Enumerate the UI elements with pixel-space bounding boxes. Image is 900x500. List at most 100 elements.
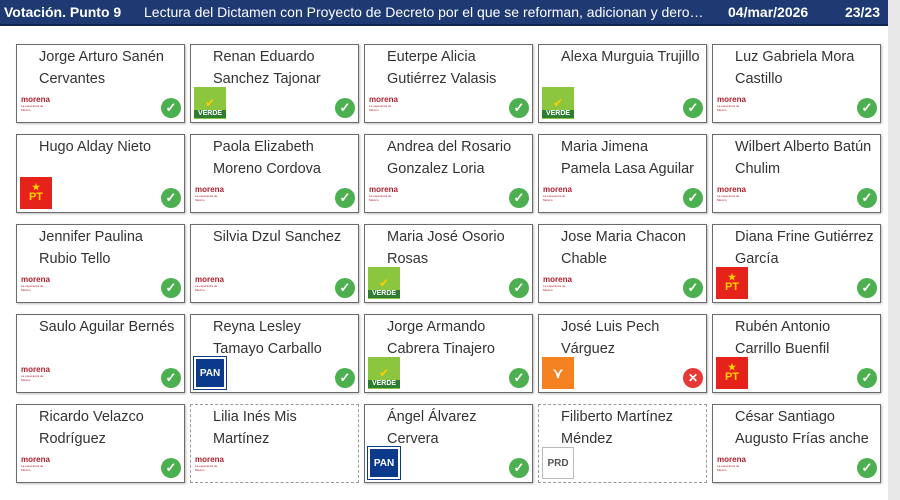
vote-yes-check-icon: ✓ xyxy=(857,98,877,118)
legislator-name: Ángel Álvarez Cervera xyxy=(387,409,477,447)
legislator-card[interactable]: Paola Elizabeth Moreno Cordova morena La e… xyxy=(190,134,359,213)
morena-wordmark: morena xyxy=(195,184,224,194)
party-logo-verde: ✔ VERDE xyxy=(542,87,574,119)
vote-yes-check-icon: ✓ xyxy=(509,188,529,208)
vote-yes-check-icon: ✓ xyxy=(335,278,355,298)
morena-wordmark: morena xyxy=(21,454,50,464)
morena-tagline: La esperanza de México xyxy=(543,193,566,202)
legislator-card[interactable]: Ricardo Velazco Rodríguez morena La espera… xyxy=(16,404,185,483)
legislator-name: Alexa Murguia Trujillo xyxy=(561,49,700,65)
party-logo-morena: morena La esperanza de México xyxy=(20,87,52,119)
legislator-card[interactable]: Ángel Álvarez Cervera PAN ✓ xyxy=(364,404,533,483)
vote-yes-check-icon: ✓ xyxy=(161,368,181,388)
toucan-icon: ✔ xyxy=(552,96,564,110)
legislator-name: Maria Jimena Pamela Lasa Aguilar xyxy=(561,139,694,177)
party-logo-pan: PAN xyxy=(367,446,401,480)
legislator-card[interactable]: Lilia Inés Mis Martínez morena La esperanz… xyxy=(190,404,359,483)
legislator-name: Andrea del Rosario Gonzalez Loria xyxy=(387,139,512,177)
legislator-card[interactable]: Saulo Aguilar Bernés morena La esperanza d… xyxy=(16,314,185,393)
legislator-card[interactable]: Euterpe Alicia Gutiérrez Valasis morena La… xyxy=(364,44,533,123)
legislator-card[interactable]: Reyna Lesley Tamayo Carballo PAN ✓ xyxy=(190,314,359,393)
legislator-name: Jose Maria Chacon Chable xyxy=(561,229,686,267)
party-logo-morena: morena La esperanza de México xyxy=(716,87,748,119)
morena-tagline: La esperanza de México xyxy=(21,373,44,382)
vote-yes-check-icon: ✓ xyxy=(857,188,877,208)
legislator-name: Jorge Armando Cabrera Tinajero xyxy=(387,319,495,357)
vote-yes-check-icon: ✓ xyxy=(857,368,877,388)
window-side-frame xyxy=(888,0,900,500)
morena-wordmark: morena xyxy=(717,184,746,194)
morena-tagline: La esperanza de México xyxy=(369,103,392,112)
morena-tagline: La esperanza de México xyxy=(21,463,44,472)
morena-tagline: La esperanza de México xyxy=(717,463,740,472)
legislator-card[interactable]: Wilbert Alberto Batún Chulim morena La esp… xyxy=(712,134,881,213)
legislator-card[interactable]: José Luis Pech Várguez ⋎ ✕ xyxy=(538,314,707,393)
agenda-item-title: Lectura del Dictamen con Proyecto de Dec… xyxy=(144,4,717,20)
session-date: 04/mar/2026 xyxy=(728,4,809,20)
legislator-name: Luz Gabriela Mora Castillo xyxy=(735,49,855,87)
legislator-card[interactable]: Jorge Arturo Sanén Cervantes morena La esp… xyxy=(16,44,185,123)
morena-wordmark: morena xyxy=(369,184,398,194)
morena-wordmark: morena xyxy=(543,184,572,194)
vote-yes-check-icon: ✓ xyxy=(509,98,529,118)
toucan-icon: ✔ xyxy=(378,366,390,380)
vote-no-cross-icon: ✕ xyxy=(683,368,703,388)
vote-yes-check-icon: ✓ xyxy=(857,278,877,298)
legislator-card[interactable]: Maria Jimena Pamela Lasa Aguilar morena La… xyxy=(538,134,707,213)
legislator-name: Wilbert Alberto Batún Chulim xyxy=(735,139,872,177)
party-logo-prd: PRD xyxy=(542,447,574,479)
legislator-card[interactable]: Hugo Alday Nieto ★ PT ✓ xyxy=(16,134,185,213)
vote-yes-check-icon: ✓ xyxy=(509,278,529,298)
party-logo-verde: ✔ VERDE xyxy=(194,87,226,119)
legislator-card[interactable]: Diana Frine Gutiérrez García ★ PT ✓ xyxy=(712,224,881,303)
party-logo-morena: morena La esperanza de México xyxy=(194,177,226,209)
legislator-card[interactable]: Jennifer Paulina Rubio Tello morena La esp… xyxy=(16,224,185,303)
legislator-name: Hugo Alday Nieto xyxy=(39,139,152,155)
party-logo-morena: morena La esperanza de México xyxy=(368,87,400,119)
legislator-card[interactable]: Renan Eduardo Sanchez Tajonar ✔ VERDE ✓ xyxy=(190,44,359,123)
legislator-card[interactable]: Andrea del Rosario Gonzalez Loria morena L… xyxy=(364,134,533,213)
legislator-name: Diana Frine Gutiérrez García xyxy=(735,229,874,267)
verde-label: VERDE xyxy=(368,290,400,298)
morena-tagline: La esperanza de México xyxy=(195,463,218,472)
legislator-card[interactable]: Silvia Dzul Sanchez morena La esperanza de… xyxy=(190,224,359,303)
verde-label: VERDE xyxy=(542,110,574,118)
party-logo-mc: ⋎ xyxy=(542,357,574,389)
legislator-name: Euterpe Alicia Gutiérrez Valasis xyxy=(387,49,497,87)
morena-wordmark: morena xyxy=(717,454,746,464)
legislator-card[interactable]: Filiberto Martínez Méndez PRD xyxy=(538,404,707,483)
legislator-card[interactable]: Jorge Armando Cabrera Tinajero ✔ VERDE ✓ xyxy=(364,314,533,393)
party-logo-morena: morena La esperanza de México xyxy=(20,267,52,299)
legislator-card[interactable]: Rubén Antonio Carrillo Buenfil ★ PT ✓ xyxy=(712,314,881,393)
legislator-card[interactable]: Alexa Murguia Trujillo ✔ VERDE ✓ xyxy=(538,44,707,123)
vote-yes-check-icon: ✓ xyxy=(161,188,181,208)
legislator-name: Jennifer Paulina Rubio Tello xyxy=(39,229,143,267)
legislator-grid: Jorge Arturo Sanén Cervantes morena La esp… xyxy=(16,44,882,494)
legislator-card[interactable]: Maria José Osorio Rosas ✔ VERDE ✓ xyxy=(364,224,533,303)
legislator-card[interactable]: Jose Maria Chacon Chable morena La esperan… xyxy=(538,224,707,303)
party-logo-verde: ✔ VERDE xyxy=(368,267,400,299)
legislator-name: Jorge Arturo Sanén Cervantes xyxy=(39,49,164,87)
vote-yes-check-icon: ✓ xyxy=(683,98,703,118)
agenda-point-label: Votación. Punto 9 xyxy=(4,4,122,20)
legislator-card[interactable]: César Santiago Augusto Frías anche morena… xyxy=(712,404,881,483)
legislator-card[interactable]: Luz Gabriela Mora Castillo morena La esper… xyxy=(712,44,881,123)
party-logo-morena: morena La esperanza de México xyxy=(542,267,574,299)
party-logo-morena: morena La esperanza de México xyxy=(542,177,574,209)
party-logo-morena: morena La esperanza de México xyxy=(20,357,52,389)
vote-yes-check-icon: ✓ xyxy=(335,368,355,388)
morena-wordmark: morena xyxy=(21,94,50,104)
morena-wordmark: morena xyxy=(21,364,50,374)
eagle-icon: ⋎ xyxy=(552,364,564,381)
vote-yes-check-icon: ✓ xyxy=(683,278,703,298)
legislator-name: Ricardo Velazco Rodríguez xyxy=(39,409,144,447)
morena-wordmark: morena xyxy=(21,274,50,284)
legislator-name: Paola Elizabeth Moreno Cordova xyxy=(213,139,321,177)
legislator-name: José Luis Pech Várguez xyxy=(561,319,660,357)
legislator-name: Maria José Osorio Rosas xyxy=(387,229,505,267)
morena-wordmark: morena xyxy=(195,454,224,464)
morena-wordmark: morena xyxy=(369,94,398,104)
legislator-name: Saulo Aguilar Bernés xyxy=(39,319,175,335)
toucan-icon: ✔ xyxy=(378,276,390,290)
legislator-name: Renan Eduardo Sanchez Tajonar xyxy=(213,49,321,87)
